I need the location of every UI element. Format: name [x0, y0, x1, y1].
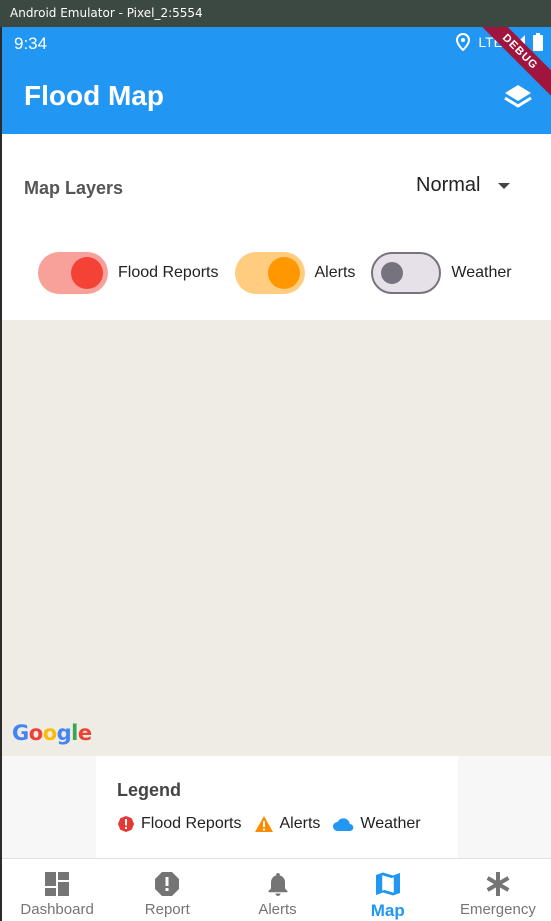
toggle-alerts[interactable]: Alerts	[234, 252, 356, 294]
legend-item: Weather	[332, 815, 421, 833]
layer-toggles: Flood Reports Alerts Weather	[38, 252, 528, 294]
nav-item-map[interactable]: Map	[333, 859, 443, 921]
page-title: Flood Map	[24, 80, 164, 111]
legend-label: Flood Reports	[141, 815, 242, 832]
status-bar: 9:34 LTE	[2, 27, 551, 60]
warning-icon	[254, 816, 273, 832]
battery-icon	[533, 33, 543, 51]
toggle-weather[interactable]: Weather	[371, 252, 512, 294]
location-icon	[456, 33, 471, 51]
layers-icon[interactable]	[503, 82, 533, 112]
legend-area: Legend Flood Reports Alerts Weather	[2, 756, 551, 858]
nav-item-dashboard[interactable]: Dashboard	[2, 859, 112, 921]
device-screen: 9:34 LTE Flood Map DEBUG Map Layers Norm…	[0, 27, 551, 921]
dashboard-icon	[45, 872, 70, 896]
map-type-value: Normal	[416, 174, 481, 196]
toggle-label: Flood Reports	[118, 264, 219, 281]
nav-label: Map	[370, 901, 405, 920]
map-icon	[375, 872, 400, 896]
legend-items: Flood Reports Alerts Weather	[117, 815, 421, 833]
map-layers-label: Map Layers	[24, 178, 124, 198]
legend-item: Alerts	[254, 815, 321, 833]
bell-icon	[268, 873, 287, 896]
cloud-icon	[333, 818, 354, 831]
report-icon	[155, 872, 180, 896]
switch-knob	[71, 257, 103, 289]
nav-item-report[interactable]: Report	[112, 859, 222, 921]
map-view[interactable]	[2, 320, 551, 756]
app-bar: Flood Map	[2, 60, 551, 134]
switch-knob	[381, 262, 404, 284]
bottom-navigation: Dashboard Report Alerts Map Emergency	[2, 858, 551, 921]
nav-label: Report	[144, 901, 190, 918]
nav-label: Dashboard	[20, 901, 94, 918]
legend-label: Alerts	[279, 815, 321, 832]
emulator-title: Android Emulator - Pixel_2:5554	[10, 6, 203, 20]
nav-item-emergency[interactable]: Emergency	[443, 859, 551, 921]
google-logo: Google	[12, 721, 92, 745]
flood-reports-switch[interactable]	[38, 252, 108, 294]
nav-item-alerts[interactable]: Alerts	[222, 859, 332, 921]
error-icon	[118, 816, 134, 832]
toggle-flood-reports[interactable]: Flood Reports	[38, 252, 219, 294]
toggle-label: Alerts	[314, 264, 356, 281]
caret-down-icon	[498, 182, 511, 189]
asterisk-icon	[486, 872, 510, 896]
switch-knob	[267, 257, 300, 289]
legend-item: Flood Reports	[117, 815, 242, 833]
alerts-switch[interactable]	[234, 252, 305, 294]
emulator-title-bar: Android Emulator - Pixel_2:5554	[0, 0, 551, 27]
weather-switch[interactable]	[371, 252, 442, 294]
map-controls: Map Layers Normal Flood Reports Alerts W…	[2, 134, 551, 320]
status-time: 9:34	[14, 34, 48, 53]
legend-title: Legend	[117, 780, 182, 800]
legend-card: Legend Flood Reports Alerts Weather	[96, 756, 458, 858]
legend-label: Weather	[360, 815, 421, 832]
map-type-dropdown[interactable]: Normal	[416, 174, 511, 197]
nav-label: Emergency	[459, 901, 536, 918]
nav-label: Alerts	[258, 901, 297, 918]
toggle-label: Weather	[451, 264, 512, 281]
